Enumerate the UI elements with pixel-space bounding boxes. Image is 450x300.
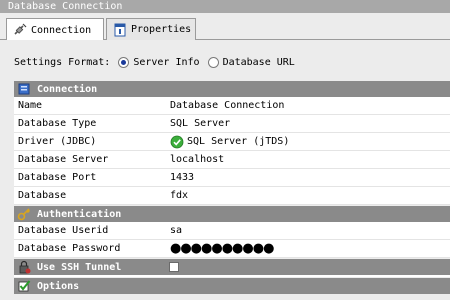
section-connection-title: Connection xyxy=(37,83,98,95)
property-label: Database Password xyxy=(18,243,121,254)
checkmark-icon xyxy=(17,279,31,293)
property-row[interactable]: Database fdx xyxy=(14,187,450,205)
ssh-tunnel-checkbox[interactable] xyxy=(169,262,179,272)
connection-panel: Settings Format: Server Info Database UR… xyxy=(0,40,450,300)
property-row[interactable]: Database Port 1433 xyxy=(14,169,450,187)
database-port-value[interactable]: 1433 xyxy=(168,172,450,183)
database-icon xyxy=(17,82,31,96)
property-row[interactable]: Name Database Connection xyxy=(14,97,450,115)
spacer xyxy=(14,275,450,277)
database-server-value[interactable]: localhost xyxy=(168,154,450,165)
window-title: Database Connection xyxy=(0,0,450,13)
ssh-lock-icon xyxy=(17,260,31,274)
section-options-title: Options xyxy=(37,280,80,292)
property-row[interactable]: Driver (JDBC) SQL Server (jTDS) xyxy=(14,133,450,151)
connection-icon xyxy=(13,23,27,37)
property-row[interactable]: Database Password ●●●●●●●●●● xyxy=(14,240,450,258)
check-circle-icon xyxy=(170,135,184,149)
section-ssh-title: Use SSH Tunnel xyxy=(37,261,122,273)
property-row[interactable]: Database Server localhost xyxy=(14,151,450,169)
driver-name: SQL Server (jTDS) xyxy=(187,136,290,147)
property-label: Database Userid xyxy=(18,225,109,236)
section-ssh-tunnel[interactable]: Use SSH Tunnel xyxy=(14,259,450,275)
section-connection[interactable]: Connection xyxy=(14,81,450,97)
database-value[interactable]: fdx xyxy=(168,190,450,201)
tab-properties[interactable]: Properties xyxy=(106,18,196,40)
key-icon xyxy=(17,207,31,221)
settings-format-label: Settings Format: xyxy=(14,56,111,68)
server-info-label[interactable]: Server Info xyxy=(133,57,199,68)
tab-connection[interactable]: Connection xyxy=(6,18,104,41)
userid-value[interactable]: sa xyxy=(168,225,450,236)
property-grid: Connection Name Database Connection Data… xyxy=(14,80,450,294)
property-label: Database Type xyxy=(18,118,97,129)
section-authentication[interactable]: Authentication xyxy=(14,206,450,222)
section-options[interactable]: Options xyxy=(14,278,450,294)
property-label: Database Port xyxy=(18,172,97,183)
settings-format-row: Settings Format: Server Info Database UR… xyxy=(14,54,295,70)
property-label: Database Server xyxy=(18,154,109,165)
database-url-radio[interactable] xyxy=(207,56,219,68)
section-authentication-title: Authentication xyxy=(37,208,122,220)
property-label: Name xyxy=(18,100,43,111)
tab-properties-label: Properties xyxy=(131,24,192,35)
server-info-radio[interactable] xyxy=(118,56,130,68)
property-row[interactable]: Database Type SQL Server xyxy=(14,115,450,133)
property-row[interactable]: Database Userid sa xyxy=(14,222,450,240)
password-field[interactable]: ●●●●●●●●●● xyxy=(168,241,450,256)
properties-icon xyxy=(113,23,127,37)
property-label: Driver (JDBC) xyxy=(18,136,97,147)
database-type-value[interactable]: SQL Server xyxy=(168,118,450,129)
property-label: Database xyxy=(18,190,67,201)
tab-connection-label: Connection xyxy=(31,24,92,36)
database-url-label[interactable]: Database URL xyxy=(223,57,295,68)
tab-strip: Connection Properties xyxy=(0,13,450,41)
name-value[interactable]: Database Connection xyxy=(168,100,450,111)
driver-value[interactable]: SQL Server (jTDS) xyxy=(168,135,450,149)
